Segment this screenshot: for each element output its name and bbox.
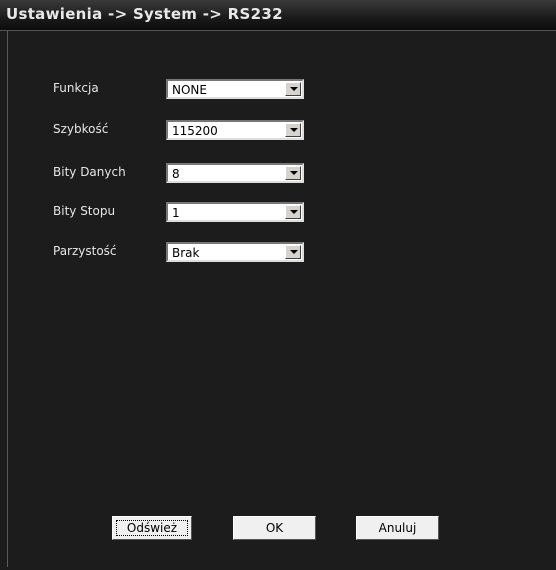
stop-bits-select[interactable]: 1	[166, 202, 304, 222]
rs232-settings-window: Ustawienia -> System -> RS232 Funkcja NO…	[0, 0, 556, 570]
function-label: Funkcja	[53, 81, 99, 95]
field-row-baud-rate: Szybkość 115200	[8, 120, 554, 144]
cancel-button[interactable]: Anuluj	[356, 516, 439, 540]
field-row-function: Funkcja NONE	[8, 79, 554, 103]
parity-value: Brak	[172, 246, 200, 260]
field-row-stop-bits: Bity Stopu 1	[8, 202, 554, 226]
field-row-data-bits: Bity Danych 8	[8, 163, 554, 187]
chevron-down-icon[interactable]	[285, 82, 301, 96]
field-row-parity: Parzystość Brak	[8, 242, 554, 266]
chevron-down-icon[interactable]	[285, 205, 301, 219]
refresh-button[interactable]: Odśwież	[112, 516, 192, 540]
window-title: Ustawienia -> System -> RS232	[6, 5, 283, 23]
data-bits-select[interactable]: 8	[166, 163, 304, 183]
baud-rate-select[interactable]: 115200	[166, 120, 304, 140]
function-value: NONE	[172, 83, 207, 97]
ok-button[interactable]: OK	[233, 516, 316, 540]
parity-label: Parzystość	[53, 244, 117, 258]
stop-bits-label: Bity Stopu	[53, 204, 116, 218]
parity-select[interactable]: Brak	[166, 242, 304, 262]
chevron-down-icon[interactable]	[285, 166, 301, 180]
data-bits-label: Bity Danych	[53, 165, 126, 179]
baud-rate-label: Szybkość	[53, 122, 109, 136]
function-select[interactable]: NONE	[166, 79, 304, 99]
chevron-down-icon[interactable]	[285, 245, 301, 259]
baud-rate-value: 115200	[172, 124, 218, 138]
data-bits-value: 8	[172, 167, 180, 181]
chevron-down-icon[interactable]	[285, 123, 301, 137]
title-bar: Ustawienia -> System -> RS232	[0, 0, 556, 31]
stop-bits-value: 1	[172, 206, 180, 220]
settings-panel: Funkcja NONE Szybkość 115200 Bity Danych…	[7, 31, 554, 567]
